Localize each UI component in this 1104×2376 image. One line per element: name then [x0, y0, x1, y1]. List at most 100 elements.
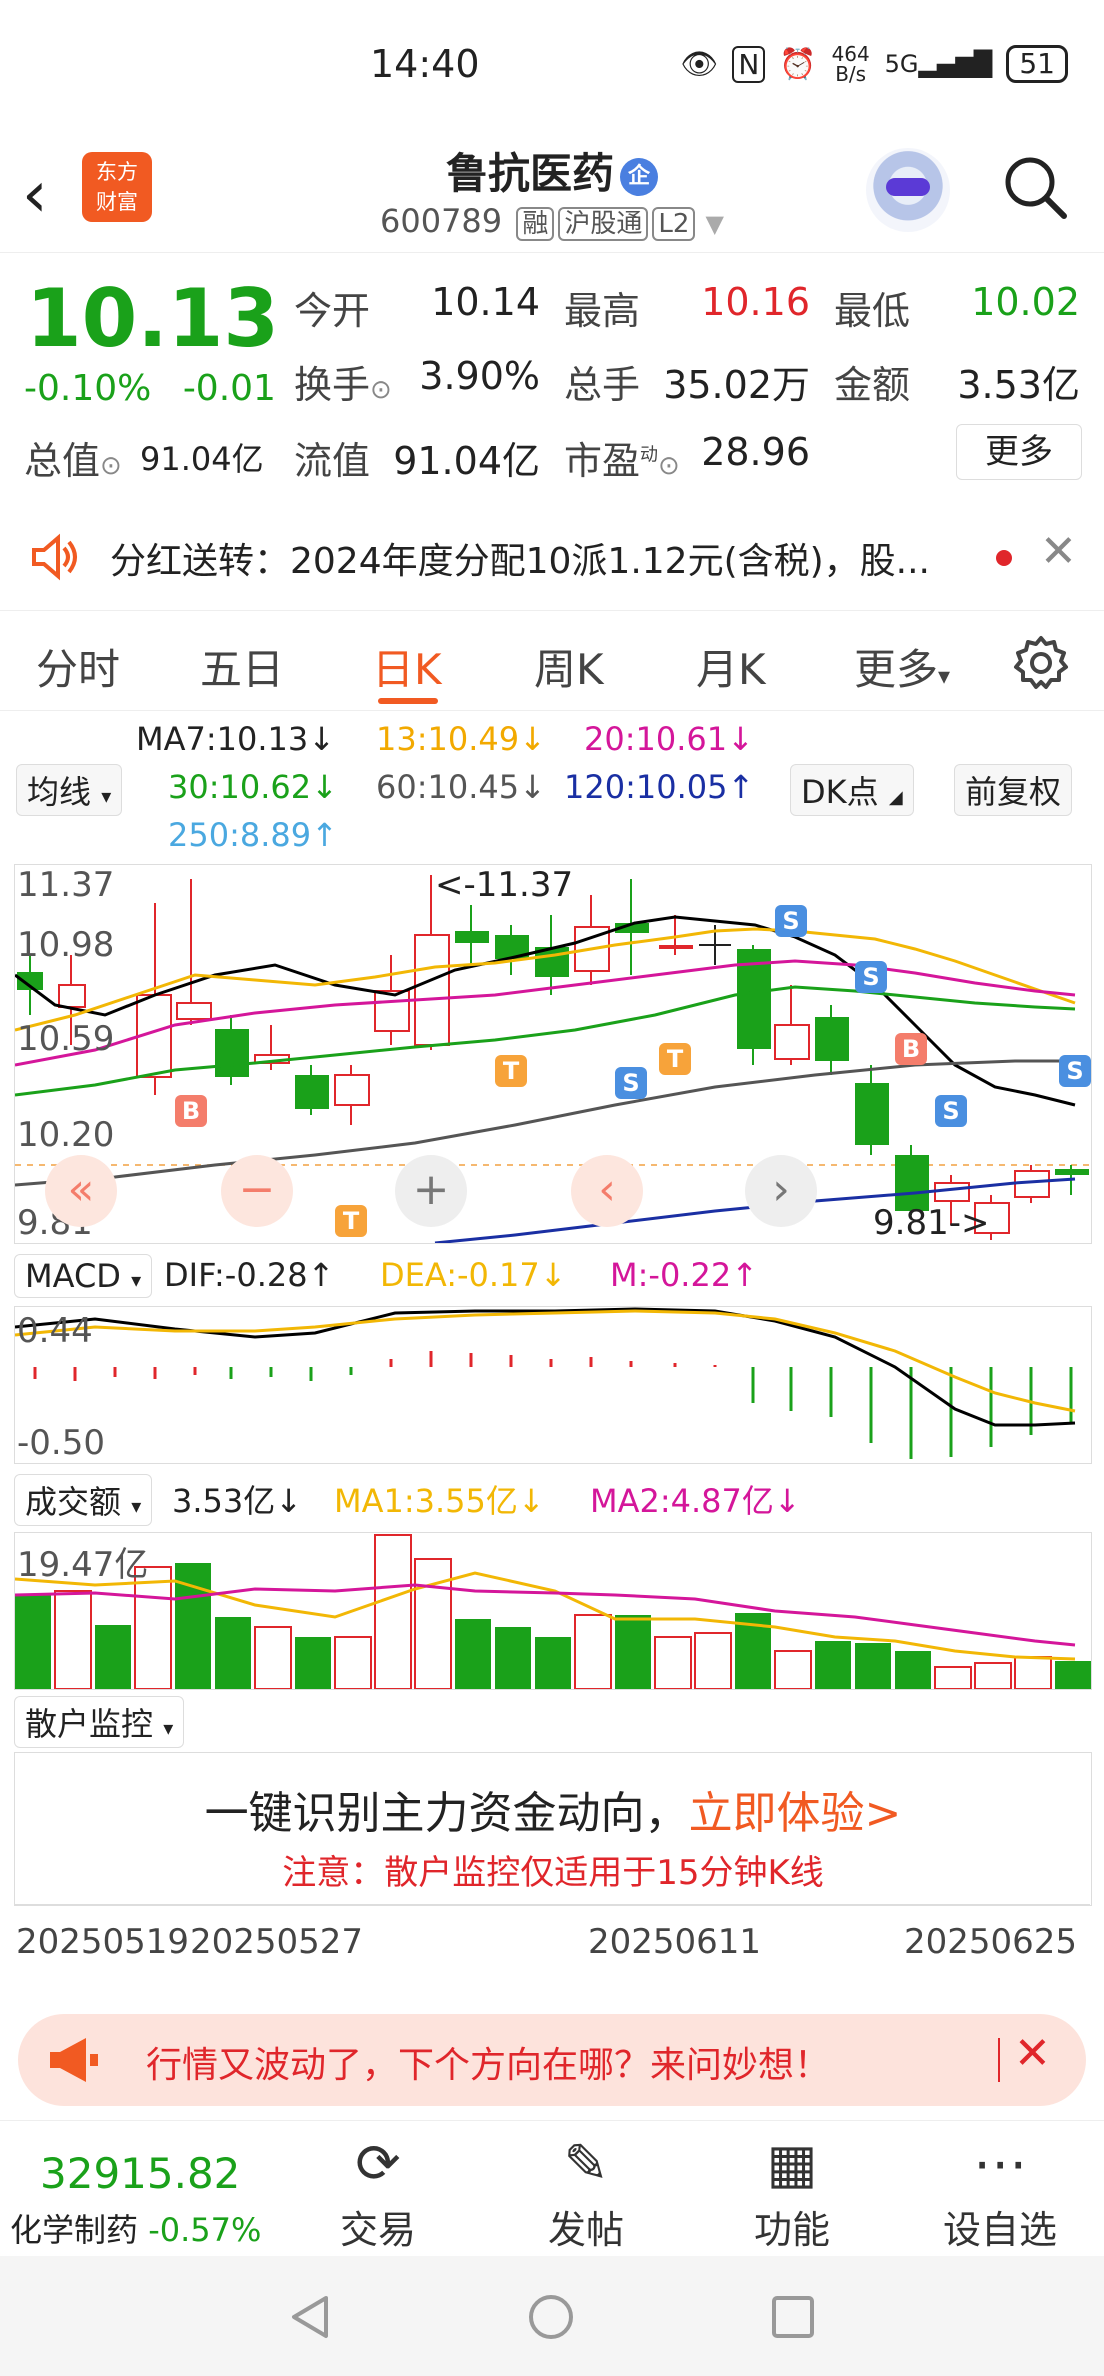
- more-icon: ⋯: [973, 2132, 1027, 2195]
- svg-text:S: S: [622, 1069, 639, 1097]
- svg-text:B: B: [902, 1035, 920, 1063]
- y-label-2: 10.98: [17, 925, 115, 965]
- retail-selector[interactable]: 散户监控 ▾: [14, 1696, 185, 1748]
- post-button[interactable]: ✎ 发帖: [516, 2129, 656, 2254]
- tab-more[interactable]: 更多▾: [854, 636, 950, 697]
- scroll-left-button[interactable]: ‹: [571, 1155, 643, 1227]
- turnover-value: 3.90%: [419, 354, 540, 398]
- ma20-label: 20:10.61↓: [584, 720, 754, 758]
- add-watchlist-button[interactable]: ⋯ 设自选: [930, 2129, 1070, 2254]
- ma60-label: 60:10.45↓: [376, 768, 546, 806]
- scroll-right-button[interactable]: ›: [745, 1155, 817, 1227]
- ask-assistant-banner[interactable]: 行情又波动了，下个方向在哪？来问妙想！ ✕: [18, 2014, 1086, 2106]
- close-icon[interactable]: ✕: [1040, 526, 1077, 577]
- tab-weekly-k[interactable]: 周K: [534, 636, 604, 697]
- index-info[interactable]: 化学制药 -0.57%: [10, 2205, 261, 2251]
- price-change: -0.10% -0.01: [24, 368, 276, 409]
- recents-square-icon[interactable]: [768, 2292, 818, 2342]
- amount-value: 3.53亿: [957, 363, 1080, 407]
- unread-dot: [996, 550, 1012, 566]
- svg-text:B: B: [182, 1097, 200, 1125]
- volume-selector[interactable]: 成交额 ▾: [14, 1474, 153, 1526]
- macd-dif: DIF:-0.28↑: [164, 1256, 335, 1294]
- market-cap-value: 91.04亿: [140, 440, 264, 478]
- try-now-link[interactable]: 立即体验>: [689, 1788, 902, 1839]
- zoom-in-button[interactable]: +: [395, 1155, 467, 1227]
- index-value[interactable]: 32915.82: [40, 2149, 240, 2198]
- search-icon[interactable]: [1000, 152, 1070, 222]
- macd-chart[interactable]: 0.44 -0.50: [14, 1306, 1092, 1464]
- assistant-avatar[interactable]: [866, 148, 950, 232]
- high-label: 最高: [564, 289, 641, 333]
- adjust-button[interactable]: 前复权: [954, 764, 1073, 816]
- date-label-3: 20250611: [588, 1922, 762, 1962]
- y-label-4: 10.20: [17, 1115, 115, 1155]
- battery-icon: 51: [1006, 45, 1068, 83]
- volume-canvas: [15, 1534, 1091, 1689]
- dividend-notice[interactable]: 分红送转：2024年度分配10派1.12元(含税)，股... ✕: [0, 502, 1104, 611]
- macd-selector[interactable]: MACD ▾: [14, 1254, 153, 1298]
- notice-text: 分红送转：2024年度分配10派1.12元(含税)，股...: [110, 541, 931, 582]
- megaphone-icon: [50, 2038, 98, 2082]
- signal-icon: 5G▂▄▆█: [884, 50, 993, 78]
- tab-intraday[interactable]: 分时: [36, 636, 120, 697]
- status-time: 14:40: [370, 42, 480, 86]
- period-tabs: 分时 五日 日K 周K 月K 更多▾: [0, 610, 1104, 711]
- y-label-3: 10.59: [17, 1019, 115, 1059]
- max-price-marker: <-11.37: [435, 865, 574, 905]
- ma-selector[interactable]: 均线 ▾: [16, 764, 123, 816]
- active-tab-indicator: [378, 698, 438, 704]
- stock-name: 鲁抗医药: [445, 149, 614, 198]
- candles: [17, 875, 1089, 1240]
- pe-label: 市盈动⊙: [564, 439, 680, 483]
- low-label: 最低: [834, 289, 911, 333]
- volume-value: 35.02万: [663, 363, 810, 407]
- eye-icon: 👁: [680, 46, 719, 82]
- nfc-icon: N: [732, 45, 766, 83]
- macd-y-top: 0.44: [17, 1311, 93, 1351]
- svg-text:S: S: [1066, 1057, 1083, 1085]
- dk-point-button[interactable]: DK点 ◢: [790, 764, 914, 816]
- tab-five-day[interactable]: 五日: [200, 636, 284, 697]
- kline-chart[interactable]: B T T S T S S B S S 11.37 10.98 10.59 10…: [14, 864, 1092, 1244]
- ma250-label: 250:8.89↑: [168, 816, 338, 854]
- banner-text: 行情又波动了，下个方向在哪？来问妙想！: [146, 2045, 831, 2086]
- kline-canvas: B T T S T S S B S S: [15, 875, 1091, 1243]
- stock-header: ‹ 东方财富 鲁抗医药企 600789 融沪股通 L2 ▼: [0, 140, 1104, 253]
- retail-note: 注意：散户监控仅适用于15分钟K线: [282, 1853, 824, 1893]
- svg-text:S: S: [942, 1097, 959, 1125]
- svg-text:S: S: [782, 907, 799, 935]
- date-label-4: 20250625: [904, 1922, 1078, 1962]
- alarm-icon: ⏰: [779, 46, 817, 82]
- status-icons: 👁 N ⏰ 464 B/s 5G▂▄▆█ 51: [680, 44, 1068, 84]
- banner-divider: [998, 2038, 1000, 2082]
- net-speed: 464 B/s: [831, 42, 870, 86]
- open-value: 10.14: [431, 280, 540, 324]
- scroll-left-fast-button[interactable]: «: [45, 1155, 117, 1227]
- retail-monitor-card[interactable]: 一键识别主力资金动向，立即体验> 注意：散户监控仅适用于15分钟K线: [14, 1752, 1092, 1906]
- ma30-label: 30:10.62↓: [168, 768, 338, 806]
- tab-monthly-k[interactable]: 月K: [696, 636, 766, 697]
- more-quote-button[interactable]: 更多: [956, 424, 1082, 480]
- chevron-down-icon[interactable]: ▼: [706, 210, 724, 238]
- functions-button[interactable]: ▦ 功能: [722, 2129, 862, 2254]
- tag-margin: 融: [516, 207, 555, 241]
- svg-text:T: T: [667, 1045, 684, 1073]
- ma7-label: MA7:10.13↓: [136, 720, 336, 758]
- back-triangle-icon[interactable]: [286, 2292, 336, 2342]
- home-circle-icon[interactable]: [526, 2292, 576, 2342]
- float-cap-value: 91.04亿: [393, 439, 540, 483]
- zoom-out-button[interactable]: −: [221, 1155, 293, 1227]
- close-icon[interactable]: ✕: [1014, 2028, 1051, 2079]
- trade-button[interactable]: ⟳ 交易: [308, 2129, 448, 2254]
- volume-ma1: MA1:3.55亿↓: [334, 1482, 545, 1520]
- retail-title: 一键识别主力资金动向，立即体验>: [204, 1788, 902, 1839]
- pe-value: 28.96: [701, 430, 810, 474]
- volume-y-top: 19.47亿: [17, 1545, 149, 1585]
- gear-icon[interactable]: [1012, 634, 1070, 692]
- volume-chart[interactable]: 19.47亿: [14, 1532, 1092, 1690]
- macd-y-bottom: -0.50: [17, 1423, 105, 1463]
- status-bar: 14:40 👁 N ⏰ 464 B/s 5G▂▄▆█ 51: [0, 0, 1104, 140]
- tab-daily-k[interactable]: 日K: [372, 636, 442, 697]
- tag-level2: L2: [652, 207, 696, 241]
